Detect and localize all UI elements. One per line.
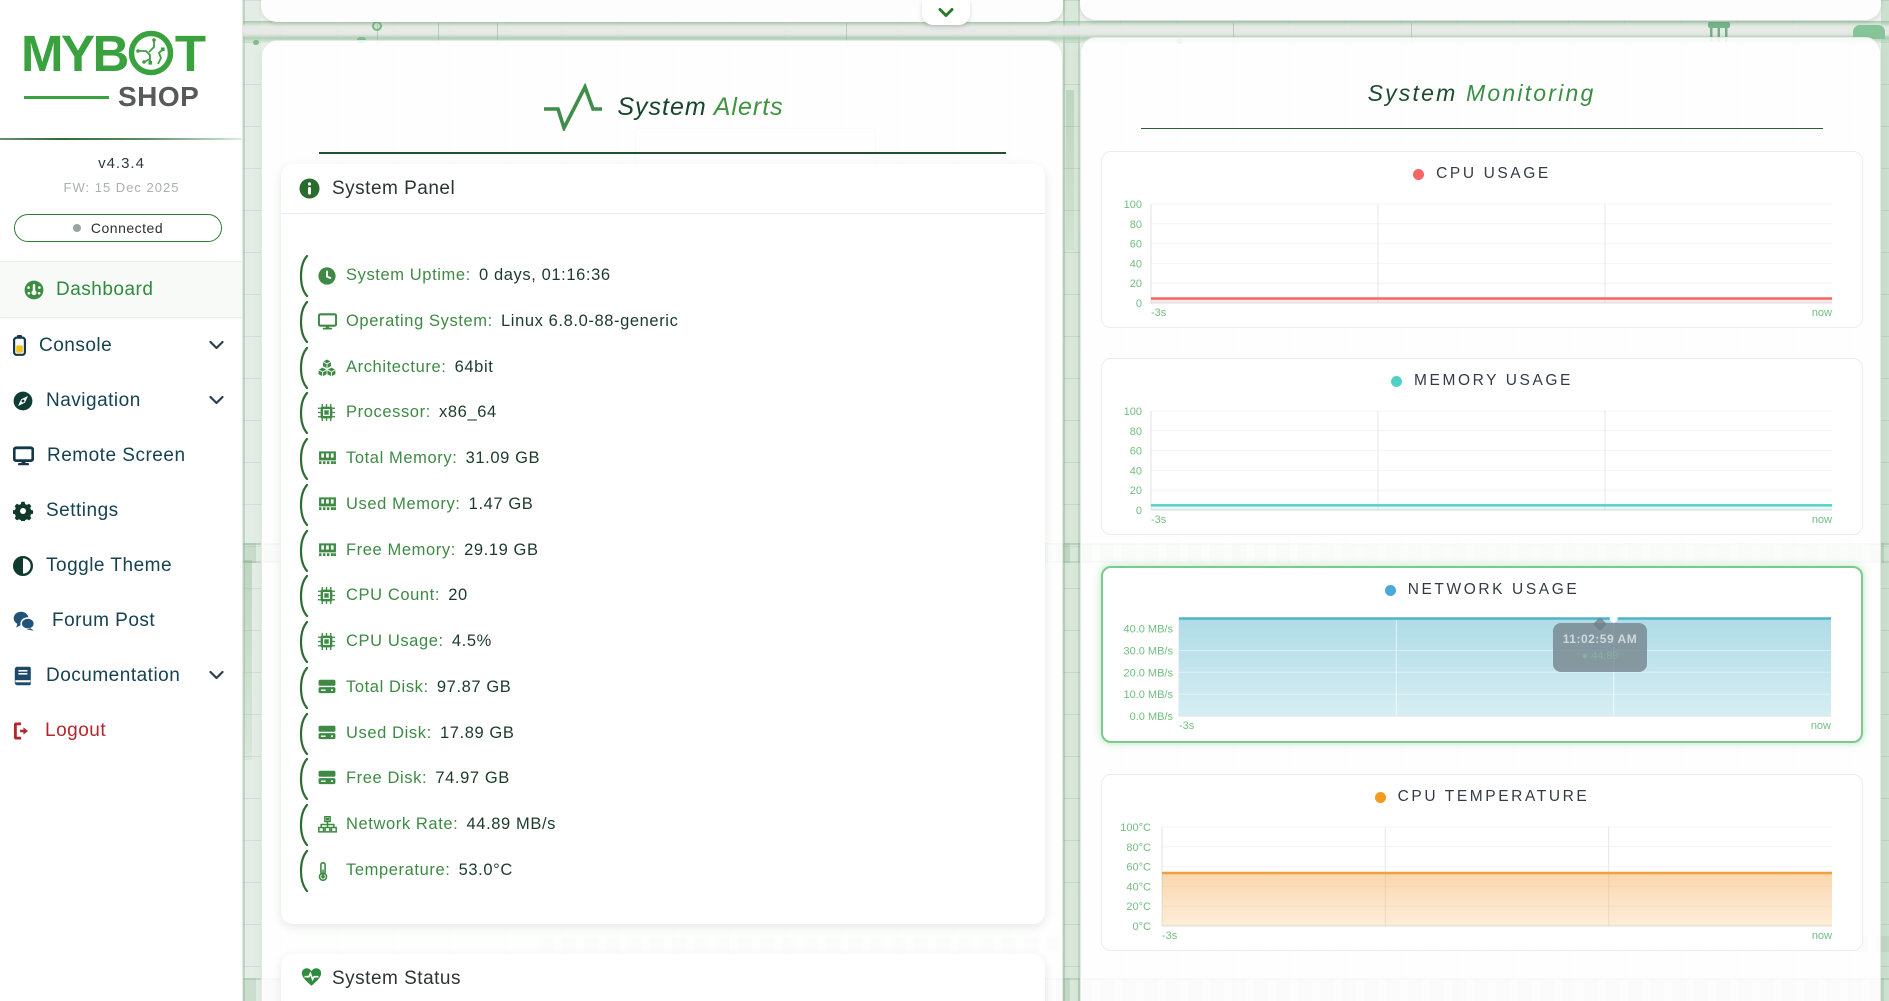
svg-text:40: 40 bbox=[1130, 258, 1142, 270]
svg-text:-3s: -3s bbox=[1151, 514, 1167, 526]
svg-text:-3s: -3s bbox=[1162, 930, 1178, 942]
svg-text:0: 0 bbox=[1136, 298, 1142, 310]
svg-text:10.0 MB/s: 10.0 MB/s bbox=[1123, 689, 1173, 701]
svg-text:now: now bbox=[1812, 930, 1832, 942]
svg-text:0.0 MB/s: 0.0 MB/s bbox=[1130, 711, 1174, 723]
svg-text:100: 100 bbox=[1124, 199, 1142, 211]
svg-text:20: 20 bbox=[1130, 278, 1142, 290]
svg-text:100: 100 bbox=[1124, 406, 1142, 418]
svg-text:-3s: -3s bbox=[1151, 307, 1167, 319]
svg-text:30.0 MB/s: 30.0 MB/s bbox=[1123, 646, 1173, 658]
svg-text:80: 80 bbox=[1130, 219, 1142, 231]
svg-text:0: 0 bbox=[1136, 505, 1142, 517]
svg-text:now: now bbox=[1812, 514, 1832, 526]
svg-text:20: 20 bbox=[1130, 485, 1142, 497]
svg-text:60: 60 bbox=[1130, 239, 1142, 251]
svg-text:60: 60 bbox=[1130, 446, 1142, 458]
svg-text:100°C: 100°C bbox=[1120, 822, 1151, 834]
svg-text:40: 40 bbox=[1130, 465, 1142, 477]
svg-text:-3s: -3s bbox=[1179, 720, 1195, 732]
svg-text:0°C: 0°C bbox=[1133, 921, 1152, 933]
svg-text:60°C: 60°C bbox=[1126, 862, 1151, 874]
svg-text:80°C: 80°C bbox=[1126, 842, 1151, 854]
svg-text:now: now bbox=[1811, 720, 1831, 732]
svg-text:40°C: 40°C bbox=[1126, 881, 1151, 893]
svg-text:40.0 MB/s: 40.0 MB/s bbox=[1123, 624, 1173, 636]
svg-text:20.0 MB/s: 20.0 MB/s bbox=[1123, 667, 1173, 679]
svg-text:80: 80 bbox=[1130, 426, 1142, 438]
svg-text:now: now bbox=[1812, 307, 1832, 319]
svg-text:20°C: 20°C bbox=[1126, 901, 1151, 913]
